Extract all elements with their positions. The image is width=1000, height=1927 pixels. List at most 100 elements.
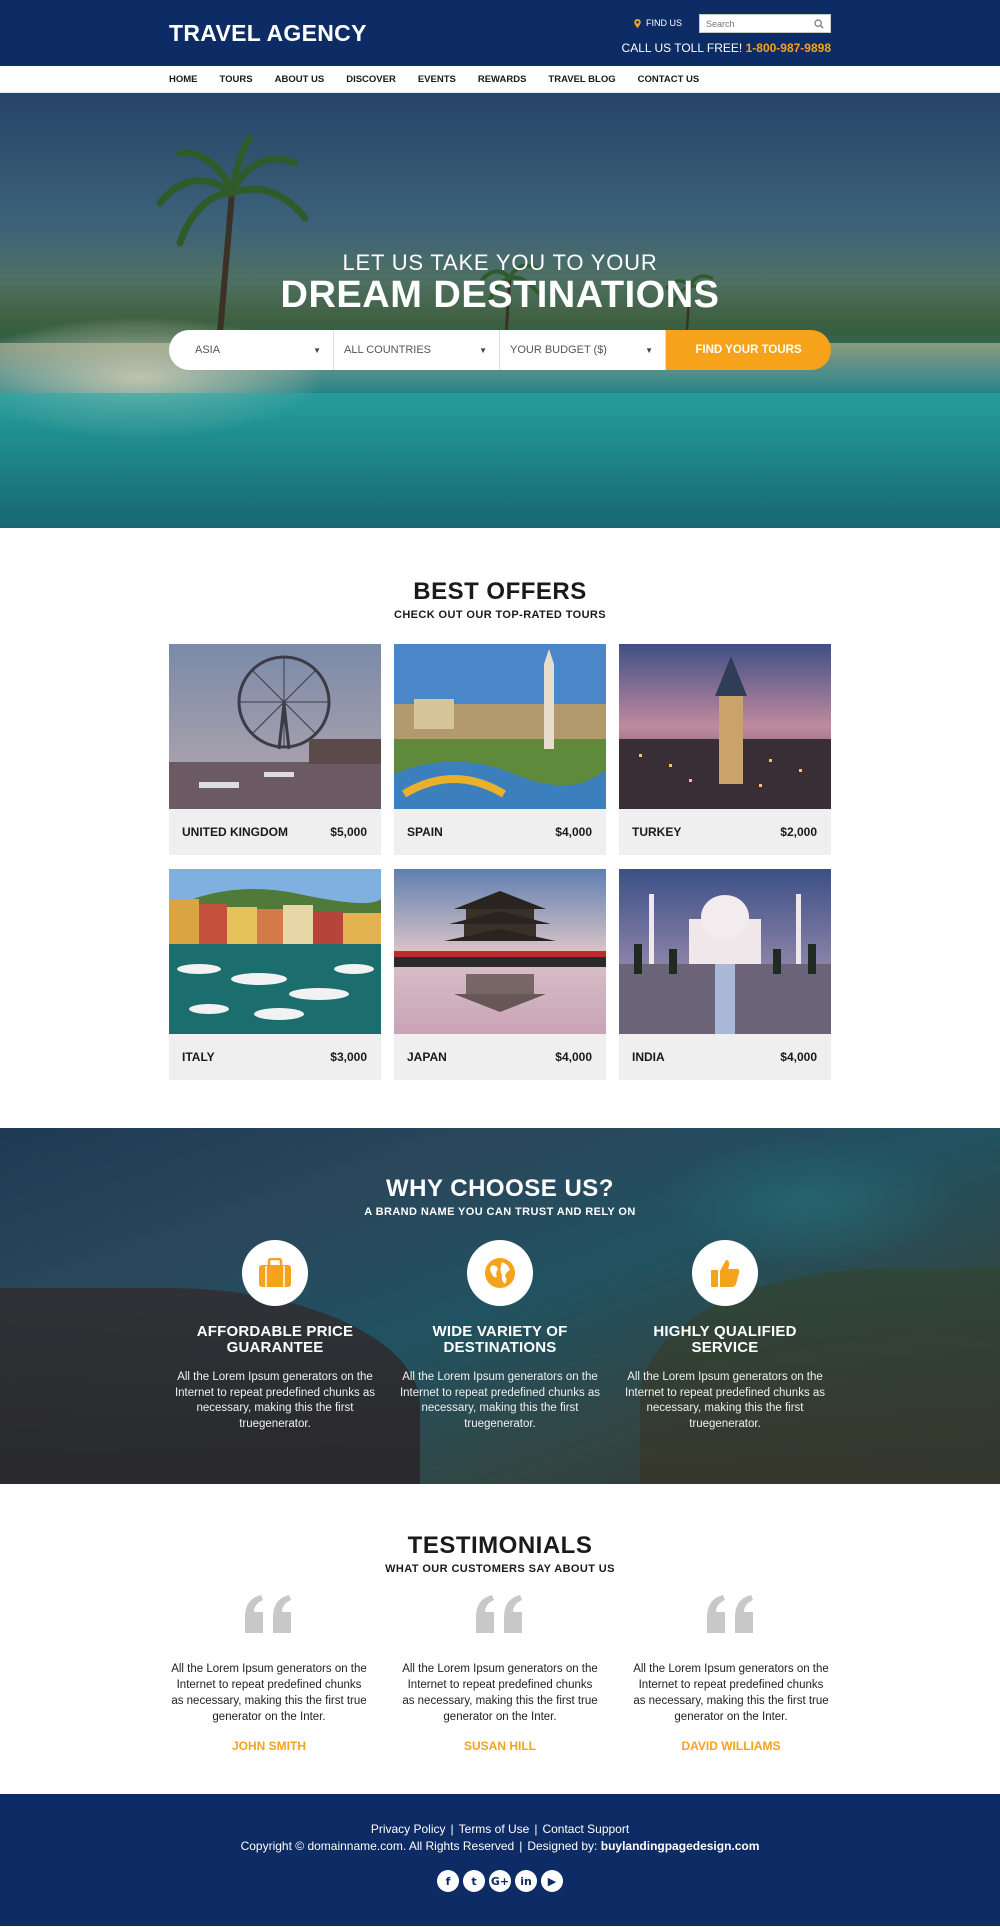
call-label: CALL US TOLL FREE!: [621, 41, 743, 55]
offer-image-spain[interactable]: [394, 644, 606, 809]
facebook-icon[interactable]: f: [437, 1870, 459, 1892]
logo[interactable]: TRAVEL AGENCY: [169, 20, 367, 47]
main-nav: HOME TOURS ABOUT US DISCOVER EVENTS REWA…: [0, 66, 1000, 93]
why-overlay: WHY CHOOSE US? A BRAND NAME YOU CAN TRUS…: [0, 1128, 1000, 1484]
offer-image-united-kingdom[interactable]: [169, 644, 381, 809]
briefcase-icon: [259, 1258, 291, 1287]
offer-name: TURKEY: [632, 825, 682, 839]
offer-caption: INDIA $4,000: [619, 1034, 831, 1080]
country-value: ALL COUNTRIES: [344, 344, 432, 356]
testimonials-subtitle: WHAT OUR CUSTOMERS SAY ABOUT US: [385, 1563, 615, 1575]
offer-card-japan[interactable]: JAPAN $4,000: [394, 869, 606, 1080]
testimonials-title: TESTIMONIALS: [407, 1532, 593, 1559]
header: TRAVEL AGENCY FIND US CALL US TOLL FREE!…: [0, 0, 1000, 66]
nav-item-events[interactable]: EVENTS: [418, 74, 456, 85]
offer-price: $4,000: [555, 1050, 592, 1064]
offer-caption: JAPAN $4,000: [394, 1034, 606, 1080]
offer-price: $5,000: [330, 825, 367, 839]
google-plus-icon[interactable]: G+: [489, 1870, 511, 1892]
link-separator: |: [519, 1839, 523, 1853]
nav-item-tours[interactable]: TOURS: [220, 74, 253, 85]
offer-caption: TURKEY $2,000: [619, 809, 831, 855]
search-input[interactable]: [706, 18, 806, 29]
offer-name: SPAIN: [407, 825, 443, 839]
offer-card-united-kingdom[interactable]: UNITED KINGDOM $5,000: [169, 644, 381, 855]
nav-item-home[interactable]: HOME: [169, 74, 198, 85]
youtube-icon[interactable]: ▶: [541, 1870, 563, 1892]
quote-mark-icon: [245, 1595, 291, 1633]
hero-banner: LET US TAKE YOU TO YOUR DREAM DESTINATIO…: [0, 93, 1000, 528]
find-us-link[interactable]: FIND US: [634, 18, 682, 28]
offer-name: ITALY: [182, 1050, 215, 1064]
linkedin-icon[interactable]: in: [515, 1870, 537, 1892]
privacy-policy-link[interactable]: Privacy Policy: [371, 1822, 446, 1836]
nav-item-contact-us[interactable]: CONTACT US: [638, 74, 700, 85]
copyright: Copyright © domainname.com. All Rights R…: [0, 1839, 1000, 1853]
best-offers-subtitle: CHECK OUT OUR TOP-RATED TOURS: [393, 609, 607, 621]
hero-water: [0, 393, 1000, 528]
offer-price: $4,000: [555, 825, 592, 839]
link-separator: |: [534, 1822, 538, 1836]
feature-title-line: HIGHLY QUALIFIED: [653, 1323, 797, 1340]
offer-image-italy[interactable]: [169, 869, 381, 1034]
offer-image-japan[interactable]: [394, 869, 606, 1034]
feature-icon-circle: [692, 1240, 758, 1306]
twitter-icon[interactable]: t: [463, 1870, 485, 1892]
offer-card-india[interactable]: INDIA $4,000: [619, 869, 831, 1080]
copyright-text: Copyright © domainname.com. All Rights R…: [240, 1839, 515, 1853]
terms-of-use-link[interactable]: Terms of Use: [459, 1822, 530, 1836]
testimonial-item: All the Lorem Ipsum generators on the In…: [400, 1593, 600, 1753]
offer-caption: UNITED KINGDOM $5,000: [169, 809, 381, 855]
offer-name: JAPAN: [407, 1050, 447, 1064]
feature-text: All the Lorem Ipsum generators on the In…: [624, 1371, 826, 1430]
why-subtitle: A BRAND NAME YOU CAN TRUST AND RELY ON: [364, 1206, 636, 1218]
region-value: ASIA: [195, 344, 221, 356]
nav-item-rewards[interactable]: REWARDS: [478, 74, 527, 85]
feature-title-line: SERVICE: [691, 1339, 759, 1356]
chevron-down-icon: ▼: [479, 345, 487, 355]
testimonials-section: TESTIMONIALS WHAT OUR CUSTOMERS SAY ABOU…: [0, 1484, 1000, 1794]
feature-title-line: AFFORDABLE PRICE: [196, 1323, 354, 1340]
feature-text: All the Lorem Ipsum generators on the In…: [174, 1371, 376, 1430]
feature-title-line: DESTINATIONS: [443, 1339, 557, 1356]
budget-value: YOUR BUDGET ($): [510, 344, 607, 356]
feature-affordable-price: AFFORDABLE PRICE GUARANTEE All the Lorem…: [169, 1240, 381, 1432]
social-links: f t G+ in ▶: [0, 1870, 1000, 1892]
why-choose-section: WHY CHOOSE US? A BRAND NAME YOU CAN TRUS…: [0, 1128, 1000, 1484]
testimonial-text: All the Lorem Ipsum generators on the In…: [171, 1663, 367, 1723]
offer-name: UNITED KINGDOM: [182, 825, 288, 839]
offer-card-italy[interactable]: ITALY $3,000: [169, 869, 381, 1080]
country-select[interactable]: ALL COUNTRIES ▼: [334, 330, 500, 370]
offer-card-turkey[interactable]: TURKEY $2,000: [619, 644, 831, 855]
chevron-down-icon: ▼: [313, 345, 321, 355]
region-select[interactable]: ASIA ▼: [169, 330, 334, 370]
testimonial-author: DAVID WILLIAMS: [681, 1739, 781, 1753]
thumbs-up-icon: [711, 1260, 740, 1287]
search-icon[interactable]: [814, 18, 824, 29]
feature-title-line: WIDE VARIETY OF: [432, 1323, 568, 1340]
offer-card-spain[interactable]: SPAIN $4,000: [394, 644, 606, 855]
budget-select[interactable]: YOUR BUDGET ($) ▼: [500, 330, 666, 370]
offer-image-turkey[interactable]: [619, 644, 831, 809]
feature-icon-circle: [242, 1240, 308, 1306]
testimonial-text: All the Lorem Ipsum generators on the In…: [633, 1663, 829, 1723]
footer-links: Privacy Policy | Terms of Use | Contact Supp…: [0, 1822, 1000, 1836]
quote-mark-icon: [707, 1595, 753, 1633]
tour-search-bar: ASIA ▼ ALL COUNTRIES ▼ YOUR BUDGET ($) ▼…: [169, 330, 831, 370]
feature-wide-variety: WIDE VARIETY OF DESTINATIONS All the Lor…: [394, 1240, 606, 1432]
search-box[interactable]: [699, 14, 831, 33]
feature-icon-circle: [467, 1240, 533, 1306]
nav-item-travel-blog[interactable]: TRAVEL BLOG: [548, 74, 615, 85]
find-tours-button[interactable]: FIND YOUR TOURS: [666, 330, 831, 370]
offer-image-india[interactable]: [619, 869, 831, 1034]
testimonial-author: SUSAN HILL: [464, 1739, 536, 1753]
toll-free: CALL US TOLL FREE! 1-800-987-9898: [622, 41, 831, 55]
offer-name: INDIA: [632, 1050, 665, 1064]
designer-link[interactable]: buylandingpagedesign.com: [601, 1839, 760, 1853]
map-pin-icon: [634, 18, 641, 28]
nav-item-about-us[interactable]: ABOUT US: [275, 74, 325, 85]
testimonial-author: JOHN SMITH: [231, 1739, 306, 1753]
phone-number[interactable]: 1-800-987-9898: [746, 41, 831, 55]
nav-item-discover[interactable]: DISCOVER: [346, 74, 396, 85]
contact-support-link[interactable]: Contact Support: [542, 1822, 629, 1836]
